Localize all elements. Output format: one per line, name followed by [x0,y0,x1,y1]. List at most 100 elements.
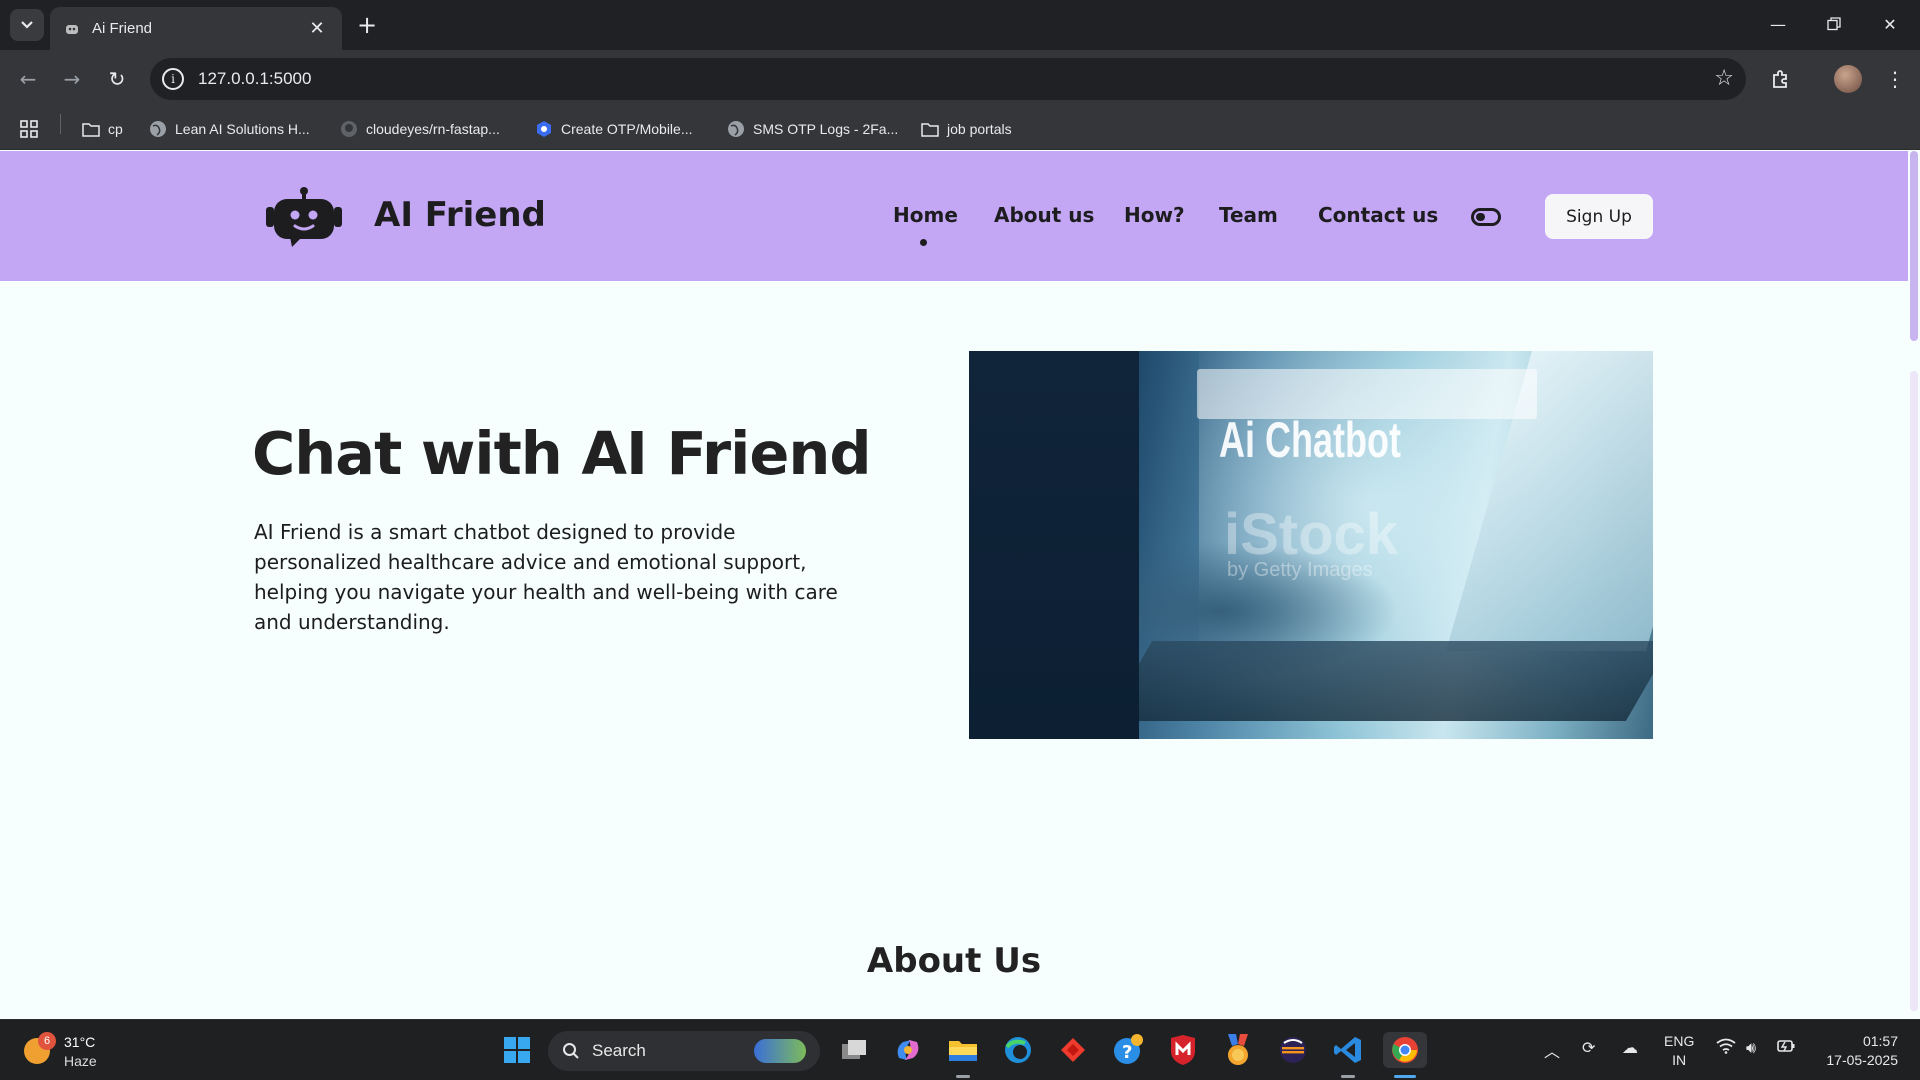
bookmark-label: Lean AI Solutions H... [175,121,310,137]
volume-icon[interactable]: 🔊︎ [1746,1038,1756,1058]
tab-search-button[interactable] [10,9,44,41]
chrome-icon[interactable] [1383,1032,1427,1068]
robot-favicon-icon [66,24,78,34]
browser-tab[interactable]: Ai Friend ✕ [50,7,342,50]
wifi-icon[interactable] [1716,1038,1736,1058]
file-explorer-icon[interactable] [945,1032,981,1068]
nav-home[interactable]: Home [893,203,958,227]
anydesk-icon[interactable] [1055,1032,1091,1068]
menu-kebab-icon[interactable]: ⋮ [1880,64,1910,94]
image-chatbot-text: Ai Chatbot [1219,412,1401,468]
weather-condition: Haze [64,1053,97,1069]
reload-icon[interactable]: ↻ [102,64,132,94]
site-header: AI Friend Home About us How? Team Contac… [0,151,1908,281]
about-section-title: About Us [866,941,1042,981]
language-code: ENG [1664,1033,1695,1049]
rewards-medal-icon[interactable] [1220,1032,1256,1068]
theme-toggle-icon[interactable] [1471,208,1501,226]
hero-image: Ai Chatbot iStock by Getty Images [969,351,1653,739]
active-app-indicator [1394,1075,1416,1078]
search-highlight-icon [754,1039,806,1063]
sync-icon[interactable]: ⟳ [1582,1038,1595,1057]
address-bar[interactable]: i 127.0.0.1:5000 ☆ [150,58,1746,100]
nav-about-us[interactable]: About us [994,203,1094,227]
tab-close-icon[interactable]: ✕ [306,18,328,39]
back-arrow-icon[interactable]: ← [13,64,43,94]
bookmark-item[interactable]: cp [82,118,123,140]
nav-how[interactable]: How? [1124,203,1185,227]
clock-date: 17-05-2025 [1826,1052,1898,1068]
system-clock[interactable]: 01:57 17-05-2025 [1812,1032,1898,1070]
eclipse-ide-icon[interactable] [1275,1032,1311,1068]
site-info-icon[interactable]: i [162,68,184,90]
sign-up-button[interactable]: Sign Up [1545,194,1653,239]
search-label: Search [592,1041,646,1060]
bookmark-label: Create OTP/Mobile... [561,121,693,137]
bookmark-item[interactable]: cloudeyes/rn-fastap... [340,118,500,140]
app-icon [535,120,553,138]
bookmark-label: cp [108,121,123,137]
apps-grid-icon[interactable] [20,118,38,140]
folder-icon [82,120,100,138]
extensions-icon[interactable] [1766,64,1796,94]
start-button[interactable] [499,1032,535,1068]
bookmarks-bar: cp Lean AI Solutions H... cloudeyes/rn-f… [0,108,1920,150]
bookmark-label: job portals [947,121,1012,137]
web-page: AI Friend Home About us How? Team Contac… [0,151,1908,1019]
copilot-icon[interactable] [890,1032,926,1068]
bookmarks-divider [60,114,61,134]
bookmark-star-icon[interactable]: ☆ [1714,66,1734,91]
profile-avatar[interactable] [1834,65,1862,93]
weather-badge: 6 [38,1032,56,1050]
scrollbar-track [1910,371,1918,1011]
help-app-icon[interactable]: ? [1110,1032,1146,1068]
weather-temp: 31°C [64,1034,96,1050]
windows-logo-icon [504,1037,530,1063]
bookmark-item[interactable]: job portals [921,118,1012,140]
new-tab-button[interactable]: + [352,10,382,40]
image-watermark-sub: by Getty Images [1227,559,1373,581]
globe-icon [727,120,745,138]
globe-icon [149,120,167,138]
toggle-knob [1476,213,1485,221]
weather-widget[interactable]: 6 31°C Haze [20,1032,130,1072]
active-nav-indicator [920,239,927,246]
cloud-offline-icon[interactable]: ☁ [1622,1038,1638,1057]
restore-icon[interactable] [1812,8,1856,40]
running-indicator [956,1075,970,1078]
bookmark-label: SMS OTP Logs - 2Fa... [753,121,899,137]
vscode-icon[interactable] [1330,1032,1366,1068]
nav-team[interactable]: Team [1219,203,1278,227]
task-view-icon[interactable] [836,1032,872,1068]
browser-titlebar: Ai Friend ✕ + — ✕ [0,0,1920,50]
url-text: 127.0.0.1:5000 [198,69,312,88]
running-indicator [1341,1075,1355,1078]
robot-logo-icon[interactable] [262,185,346,249]
browser-toolbar: ← → ↻ i 127.0.0.1:5000 ☆ ⋮ [0,50,1920,108]
minimize-icon[interactable]: — [1756,8,1800,40]
nav-contact-us[interactable]: Contact us [1318,203,1438,227]
bookmark-item[interactable]: Create OTP/Mobile... [535,118,693,140]
search-icon [563,1043,579,1059]
bookmark-item[interactable]: Lean AI Solutions H... [149,118,310,140]
hero-title: Chat with AI Friend [252,419,872,488]
brand-name[interactable]: AI Friend [374,195,546,235]
language-indicator[interactable]: ENG IN [1664,1032,1694,1070]
mcafee-icon[interactable] [1165,1032,1201,1068]
bookmark-item[interactable]: SMS OTP Logs - 2Fa... [727,118,898,140]
image-watermark: iStock [1224,502,1399,567]
battery-icon[interactable] [1776,1038,1796,1058]
clock-time: 01:57 [1862,1033,1898,1049]
close-window-icon[interactable]: ✕ [1868,8,1912,40]
page-scrollbar[interactable] [1908,151,1920,1019]
tab-title: Ai Friend [92,20,153,37]
region-code: IN [1672,1052,1687,1068]
scrollbar-thumb[interactable] [1910,151,1918,341]
taskbar-search[interactable]: Search [548,1031,820,1071]
forward-arrow-icon[interactable]: → [57,64,87,94]
folder-icon [921,120,939,138]
edge-browser-icon[interactable] [1000,1032,1036,1068]
hero-description: AI Friend is a smart chatbot designed to… [254,520,838,634]
show-hidden-icons-chevron-icon[interactable]: ︿ [1544,1038,1560,1062]
chevron-down-icon [21,21,33,29]
